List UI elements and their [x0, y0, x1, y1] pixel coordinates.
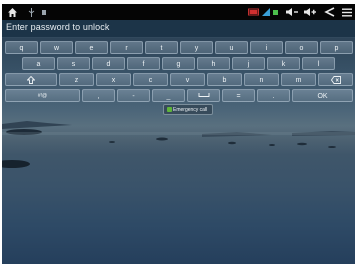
password-field[interactable]: Enter password to unlock [2, 20, 355, 38]
key-p[interactable]: p [320, 41, 353, 54]
emergency-call-button[interactable]: Emergency call [163, 104, 213, 115]
key-underscore[interactable]: _ [152, 89, 185, 102]
symbols-key[interactable]: #!@ [5, 89, 80, 102]
backspace-icon [319, 76, 352, 84]
key-r[interactable]: r [110, 41, 143, 54]
back-icon[interactable] [323, 6, 335, 18]
battery-icon [248, 6, 260, 18]
signal-dot [272, 6, 278, 18]
key-d[interactable]: d [92, 57, 125, 70]
shift-key[interactable] [5, 73, 57, 86]
key-equals[interactable]: = [222, 89, 255, 102]
backspace-key[interactable] [318, 73, 353, 86]
key-k[interactable]: k [267, 57, 300, 70]
key-f[interactable]: f [127, 57, 160, 70]
key-period[interactable]: . [257, 89, 290, 102]
key-t[interactable]: t [145, 41, 178, 54]
menu-icon[interactable] [341, 6, 352, 18]
key-w[interactable]: w [40, 41, 73, 54]
key-j[interactable]: j [232, 57, 265, 70]
home-icon[interactable] [6, 6, 18, 18]
on-screen-keyboard: q w e r t y u i o p a s d f g h j k l z … [2, 37, 355, 107]
key-c[interactable]: c [133, 73, 168, 86]
key-m[interactable]: m [281, 73, 316, 86]
volume-down-icon[interactable] [285, 6, 299, 18]
key-b[interactable]: b [207, 73, 242, 86]
key-a[interactable]: a [22, 57, 55, 70]
phone-icon [167, 107, 172, 112]
key-u[interactable]: u [215, 41, 248, 54]
key-v[interactable]: v [170, 73, 205, 86]
lock-screen: Enter password to unlock q w e r t y u i… [2, 4, 355, 264]
key-n[interactable]: n [244, 73, 279, 86]
key-hyphen[interactable]: - [117, 89, 150, 102]
shift-icon [6, 76, 56, 84]
wifi-icon [261, 6, 271, 18]
key-g[interactable]: g [162, 57, 195, 70]
space-icon [188, 92, 219, 98]
key-o[interactable]: o [285, 41, 318, 54]
space-key[interactable] [187, 89, 220, 102]
key-l[interactable]: l [302, 57, 335, 70]
ok-button[interactable]: OK [292, 89, 353, 102]
volume-up-icon[interactable] [303, 6, 317, 18]
key-x[interactable]: x [96, 73, 131, 86]
key-e[interactable]: e [75, 41, 108, 54]
key-h[interactable]: h [197, 57, 230, 70]
status-bar [2, 4, 355, 20]
key-q[interactable]: q [5, 41, 38, 54]
key-comma[interactable]: , [82, 89, 115, 102]
notification-icon [40, 6, 47, 18]
usb-icon [27, 6, 35, 18]
key-s[interactable]: s [57, 57, 90, 70]
key-y[interactable]: y [180, 41, 213, 54]
key-i[interactable]: i [250, 41, 283, 54]
password-prompt: Enter password to unlock [6, 22, 110, 32]
emergency-call-label: Emergency call [173, 107, 208, 113]
key-z[interactable]: z [59, 73, 94, 86]
